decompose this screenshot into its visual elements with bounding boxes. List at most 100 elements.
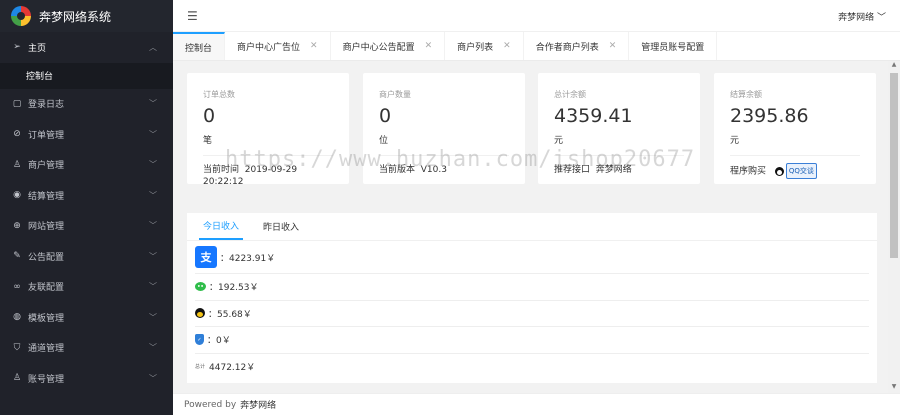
stat-card-merchants: 商户数量 0 位 当前版本 V10.3 (363, 73, 525, 184)
page-tabs: 控制台 商户中心广告位 ✕ 商户中心公告配置 ✕ 商户列表 ✕ 合作者商户列表 ✕ 管理… (173, 32, 900, 61)
menu-toggle-icon[interactable]: ☰ (187, 9, 198, 23)
card-footer-time: 20:22:12 (203, 177, 244, 187)
card-value: 2395.86 (730, 105, 809, 127)
user-icon: ♙ (12, 373, 22, 384)
footer-brand: 奔梦网络 (240, 401, 277, 411)
qq-icon (195, 308, 205, 319)
chevron-down-icon: ﹀ (876, 13, 886, 23)
close-icon[interactable]: ✕ (310, 41, 318, 51)
main-content: 订单总数 0 笔 当前时间 2019-09-29 20:22:12 商户数量 0… (173, 61, 888, 393)
income-amount: ：192.53￥ (209, 283, 259, 294)
tab-yesterday-income[interactable]: 昨日收入 (259, 213, 303, 240)
card-footer-label: 程序购买 (730, 166, 767, 177)
card-value: 0 (203, 105, 216, 127)
scroll-up-icon[interactable]: ▲ (888, 61, 900, 71)
chevron-down-icon: ﹀ (149, 221, 157, 231)
close-icon[interactable]: ✕ (609, 41, 617, 51)
tab-admin-accounts[interactable]: 管理员账号配置 (629, 32, 718, 60)
scroll-thumb[interactable] (890, 73, 898, 258)
sidebar-item-notice[interactable]: ✎ 公告配置 ﹀ (0, 241, 173, 272)
card-divider (203, 155, 333, 156)
income-amount: ：4223.91￥ (220, 253, 276, 264)
user-icon: ♙ (12, 159, 22, 170)
close-icon[interactable]: ✕ (503, 41, 511, 51)
wechat-icon: •• (195, 282, 206, 292)
link-icon: ∞ (13, 281, 21, 292)
footer-powered: Powered by (184, 399, 237, 410)
shield-pay-icon: ✓ (195, 334, 204, 346)
sidebar-item-label: 模板管理 (28, 313, 65, 324)
qq-chat-button[interactable]: QQ交谈 (785, 163, 817, 179)
tab-label: 控制台 (185, 43, 213, 54)
card-footer: 当前时间 2019-09-29 (203, 163, 297, 177)
card-divider (554, 155, 684, 156)
tab-today-income[interactable]: 今日收入 (199, 213, 244, 240)
sidebar-item-label: 网站管理 (28, 222, 65, 233)
sidebar-item-settlement[interactable]: ◉ 结算管理 ﹀ (0, 180, 173, 211)
income-row-alipay: 支 ：4223.91￥ (195, 241, 869, 274)
chevron-down-icon: ﹀ (149, 129, 157, 139)
top-bar: ☰ 奔梦网络 ﹀ (173, 0, 900, 32)
income-row-qq: ：55.68￥ (195, 301, 869, 327)
scroll-down-icon[interactable]: ▼ (888, 383, 900, 393)
tab-merchant-notice[interactable]: 商户中心公告配置 ✕ (331, 32, 446, 60)
app-title: 奔梦网络系统 (39, 9, 112, 24)
sidebar-item-label: 账号管理 (28, 374, 65, 385)
sidebar-item-label: 登录日志 (28, 100, 65, 111)
card-footer: 当前版本 V10.3 (379, 163, 447, 177)
sidebar-item-templates[interactable]: ◍ 模板管理 ﹀ (0, 302, 173, 333)
tab-label: 商户列表 (457, 42, 494, 53)
tab-console[interactable]: 控制台 (173, 32, 226, 60)
sidebar-item-label: 通道管理 (28, 344, 65, 355)
income-panel: 今日收入 昨日收入 支 ：4223.91￥ •• ：192.53￥ ：55.68… (187, 213, 877, 383)
income-amount: 4472.12￥ (209, 363, 256, 374)
income-amount: ：0￥ (207, 336, 231, 347)
sidebar-item-label: 结算管理 (28, 191, 65, 202)
card-unit: 元 (730, 136, 740, 146)
sidebar-item-accounts[interactable]: ♙ 账号管理 ﹀ (0, 363, 173, 394)
sidebar-item-site[interactable]: ⊕ 网站管理 ﹀ (0, 211, 173, 242)
sidebar-subitem-console[interactable]: 控制台 (0, 62, 173, 89)
sidebar-item-channels[interactable]: ⛉ 通道管理 ﹀ (0, 333, 173, 364)
paper-plane-icon: ➢ (13, 42, 21, 53)
close-icon[interactable]: ✕ (425, 41, 433, 51)
card-footer-value: V10.3 (420, 165, 447, 175)
user-menu[interactable]: 奔梦网络 ﹀ (838, 10, 886, 23)
card-footer-value: 奔梦网络 (595, 165, 632, 175)
chevron-down-icon: ﹀ (149, 343, 157, 353)
card-title: 订单总数 (203, 90, 235, 99)
tab-merchant-list[interactable]: 商户列表 ✕ (445, 32, 524, 60)
alipay-icon: 支 (195, 246, 217, 268)
sidebar-item-login-log[interactable]: ▢ 登录日志 ﹀ (0, 89, 173, 120)
tab-label: 商户中心公告配置 (342, 42, 415, 53)
sidebar-item-home[interactable]: ➢ 主页 ︿ (0, 32, 173, 63)
card-divider (379, 155, 509, 156)
sidebar: 奔梦网络系统 ➢ 主页 ︿ 控制台 ▢ 登录日志 ﹀ ⊘ 订单管理 ﹀ ♙ 商户… (0, 0, 173, 415)
tab-partner-list[interactable]: 合作者商户列表 ✕ (524, 32, 630, 60)
shield-icon: ⛉ (13, 342, 21, 353)
sidebar-item-merchants[interactable]: ♙ 商户管理 ﹀ (0, 150, 173, 181)
logo-icon (11, 6, 31, 26)
chevron-down-icon: ﹀ (149, 373, 157, 383)
card-footer: 程序购买 QQ交谈 (730, 163, 817, 179)
card-title: 总计余额 (554, 90, 586, 99)
logo-bar: 奔梦网络系统 (0, 0, 173, 32)
card-footer-label: 当前时间 (203, 165, 240, 175)
footer: Powered by 奔梦网络 (173, 393, 900, 415)
total-icon: 总计 (195, 364, 206, 371)
stat-card-orders: 订单总数 0 笔 当前时间 2019-09-29 20:22:12 (187, 73, 349, 187)
sidebar-item-label: 订单管理 (28, 130, 65, 141)
sidebar-item-orders[interactable]: ⊘ 订单管理 ﹀ (0, 119, 173, 150)
sidebar-item-links[interactable]: ∞ 友联配置 ﹀ (0, 272, 173, 303)
pencil-icon: ✎ (13, 251, 21, 262)
qq-chat-link[interactable]: QQ交谈 (774, 163, 817, 179)
chevron-down-icon: ﹀ (149, 190, 157, 200)
tab-label: 管理员账号配置 (641, 42, 705, 53)
tab-merchant-ads[interactable]: 商户中心广告位 ✕ (225, 32, 331, 60)
card-unit: 笔 (203, 136, 213, 146)
card-footer-label: 推荐接口 (554, 165, 591, 175)
chevron-down-icon: ﹀ (149, 312, 157, 322)
qq-icon (774, 166, 784, 176)
chevron-down-icon: ﹀ (149, 282, 157, 292)
main-scrollbar[interactable]: ▲ ▼ (888, 61, 900, 393)
